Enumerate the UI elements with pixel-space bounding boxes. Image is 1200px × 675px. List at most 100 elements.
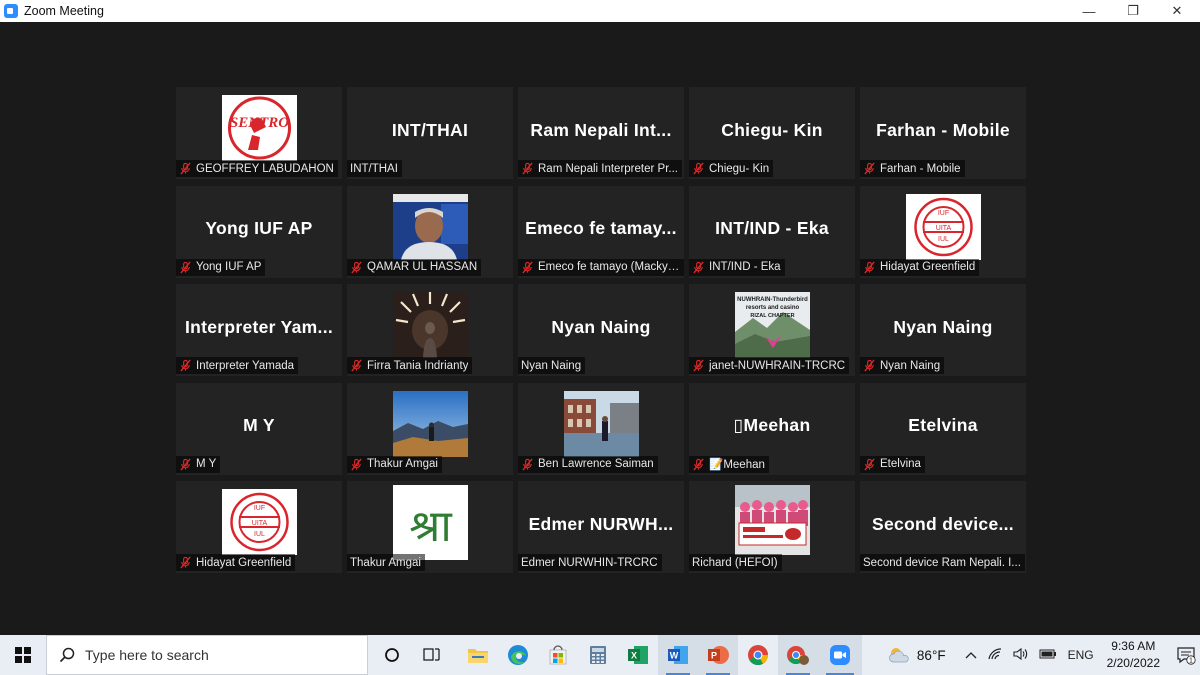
wifi-button[interactable] [987, 647, 1003, 664]
participant-tile[interactable]: Richard (HEFOI) [689, 481, 855, 573]
language-indicator[interactable]: ENG [1068, 648, 1094, 662]
participant-name-label: Ram Nepali Interpreter Pr... [518, 160, 682, 177]
participant-name: Interpreter Yamada [196, 359, 295, 372]
participant-tile[interactable]: M YM Y [176, 382, 342, 475]
muted-mic-icon [693, 261, 704, 273]
muted-mic-icon [522, 458, 533, 470]
muted-mic-icon [693, 162, 704, 175]
show-hidden-icons-button[interactable] [965, 648, 977, 662]
muted-mic-icon [522, 261, 533, 273]
poster-line-3: RIZAL CHAPTER [750, 313, 794, 319]
participant-name: Farhan - Mobile [880, 162, 961, 175]
iuf-logo-picture: IUF UITA IUL [906, 193, 981, 260]
edge-button[interactable] [498, 635, 538, 675]
store-button[interactable] [538, 635, 578, 675]
zoom-taskbar-button[interactable] [818, 635, 862, 675]
file-explorer-button[interactable] [458, 635, 498, 675]
cortana-button[interactable] [372, 635, 412, 675]
participant-tile[interactable]: Ram Nepali Int... Ram Nepali Interpreter … [518, 87, 684, 179]
participant-name-label: 📝Meehan [689, 455, 769, 473]
participant-name-label: Nyan Naing [518, 357, 586, 374]
participant-tile[interactable]: Yong IUF AP Yong IUF AP [176, 185, 342, 278]
participant-tile[interactable]: Etelvina Etelvina [860, 382, 1026, 475]
participant-tile[interactable]: Interpreter Yam... Interpreter Yamada [176, 284, 342, 376]
svg-text:X: X [631, 651, 637, 661]
participant-name-label: Second device Ram Nepali. I... [860, 554, 1025, 571]
minimize-button[interactable]: — [1066, 0, 1112, 22]
clock[interactable]: 9:36 AM 2/20/2022 [1107, 638, 1160, 672]
participant-picture [393, 292, 468, 358]
participant-name: Firra Tania Indrianty [367, 359, 469, 372]
participant-tile[interactable]: Nyan Naing Nyan Naing [860, 284, 1026, 376]
participant-tile[interactable]: Edmer NURWH... Edmer NURWHIN-TRCRC [518, 481, 684, 573]
participant-name: Nyan Naing [521, 359, 582, 372]
close-button[interactable]: ✕ [1154, 0, 1200, 22]
participant-picture [393, 193, 468, 260]
start-button[interactable] [0, 635, 46, 675]
participant-name-label: INT/IND - Eka [689, 258, 785, 276]
windows-start-icon [15, 647, 31, 663]
file-explorer-icon [468, 649, 488, 663]
participant-tile[interactable]: INT/IND - Eka INT/IND - Eka [689, 185, 855, 278]
maximize-button[interactable]: ❐ [1110, 0, 1156, 22]
task-view-icon [423, 648, 440, 661]
participant-picture [735, 485, 810, 560]
participant-tile[interactable]: IUF UITA IUL Hidayat Greenfield [860, 185, 1026, 278]
participant-name: Nyan Naing [880, 359, 941, 372]
participant-tile[interactable]: ▯Meehan 📝Meehan [689, 382, 855, 475]
participant-tile[interactable]: Emeco fe tamay... Emeco fe tamayo (Macky)… [518, 185, 684, 278]
store-icon [549, 645, 567, 665]
participant-tile[interactable]: NUWHRAIN-Thunderbird resorts and casino RI… [689, 284, 855, 376]
muted-mic-icon [180, 556, 191, 569]
portrait-photo [393, 193, 468, 260]
participant-picture: श्रा [393, 485, 468, 560]
taskbar-search-box[interactable]: Type here to search [46, 635, 368, 675]
participant-tile[interactable]: SENTRO GEOFFREY LABUDAHON [176, 87, 342, 179]
participant-tile[interactable]: Ben Lawrence Saiman [518, 382, 684, 475]
mountain-photo [393, 390, 468, 457]
participant-name: janet-NUWHRAIN-TRCRC [709, 359, 846, 372]
sentro-text: SENTRO [230, 115, 289, 131]
chrome-profile-icon [787, 646, 809, 665]
battery-button[interactable] [1039, 648, 1057, 662]
participant-name: M Y [196, 458, 217, 470]
participant-name: Thakur Amgai [367, 458, 438, 470]
volume-button[interactable] [1013, 647, 1029, 664]
participant-name: Chiegu- Kin [709, 162, 770, 175]
clock-date: 2/20/2022 [1106, 656, 1160, 670]
participant-tile[interactable]: Chiegu- Kin Chiegu- Kin [689, 87, 855, 179]
notification-center-button[interactable]: 1 [1172, 635, 1200, 675]
participant-tile[interactable]: Farhan - Mobile Farhan - Mobile [860, 87, 1026, 179]
participant-tile[interactable]: Firra Tania Indrianty [347, 284, 513, 376]
excel-button[interactable]: X [618, 635, 658, 675]
participant-name-label: Chiegu- Kin [689, 160, 774, 177]
weather-widget[interactable]: 86°F [887, 646, 946, 664]
task-view-button[interactable] [412, 635, 452, 675]
participant-name: Second device Ram Nepali. I... [863, 556, 1021, 569]
participant-tile[interactable]: Nyan Naing Nyan Naing [518, 284, 684, 376]
powerpoint-button[interactable]: P [698, 635, 738, 675]
participant-name-label: Firra Tania Indrianty [347, 357, 473, 374]
word-button[interactable]: W [658, 635, 698, 675]
participant-tile[interactable]: Thakur Amgai [347, 382, 513, 475]
participant-name-label: janet-NUWHRAIN-TRCRC [689, 357, 850, 374]
participant-name-label: Richard (HEFOI) [689, 554, 782, 571]
devanagari-text: श्रा [409, 501, 453, 552]
participant-name: INT/THAI [350, 162, 398, 175]
participant-name-label: Emeco fe tamayo (Macky)... [518, 258, 684, 276]
calculator-button[interactable] [578, 635, 618, 675]
participant-picture [564, 390, 639, 457]
participant-tile[interactable]: श्रा Thakur Amgai [347, 481, 513, 573]
chrome-button[interactable] [738, 635, 778, 675]
participant-tile[interactable]: QAMAR UL HASSAN [347, 185, 513, 278]
chrome-profile-button[interactable] [778, 635, 818, 675]
meeting-area: SENTRO GEOFFREY LABUDAHON INT/THAI INT/THAI… [0, 22, 1200, 635]
participant-tile[interactable]: INT/THAI INT/THAI [347, 87, 513, 179]
muted-mic-icon [522, 162, 533, 175]
participant-tile[interactable]: IUF UITA IUL Hidayat Greenfield [176, 481, 342, 573]
participant-tile[interactable]: Second device... Second device Ram Nepali… [860, 481, 1026, 573]
participant-picture: SENTRO [222, 95, 297, 161]
participant-picture [393, 390, 468, 457]
muted-mic-icon [351, 261, 362, 273]
participant-name-label: M Y [176, 455, 221, 473]
